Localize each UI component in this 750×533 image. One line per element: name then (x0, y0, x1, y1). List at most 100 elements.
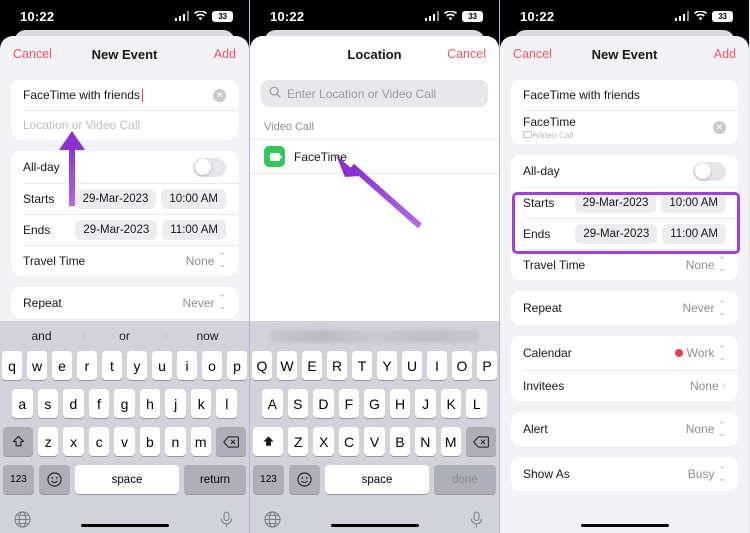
show-as-row[interactable]: Show As Busy ⌃ ⌄ (511, 457, 738, 491)
key-q[interactable]: q (2, 351, 22, 380)
clear-title-icon[interactable]: ✕ (213, 88, 226, 102)
alert-row[interactable]: Alert None ⌃ ⌄ (511, 412, 738, 446)
key-J[interactable]: J (415, 389, 436, 418)
all-day-toggle[interactable] (693, 161, 726, 181)
key-T[interactable]: T (352, 351, 372, 380)
numbers-key[interactable]: 123 (253, 465, 284, 494)
key-E[interactable]: E (302, 351, 322, 380)
ends-date-button[interactable]: 29-Mar-2023 (75, 219, 158, 240)
starts-row[interactable]: Starts 29-Mar-2023 10:00 AM (11, 183, 238, 214)
ends-time-button[interactable]: 11:00 AM (162, 219, 226, 240)
key-h[interactable]: h (139, 389, 161, 418)
key-s[interactable]: s (37, 389, 59, 418)
key-o[interactable]: o (202, 351, 222, 380)
key-g[interactable]: g (114, 389, 135, 418)
prediction-1[interactable]: or (83, 329, 166, 343)
key-x[interactable]: x (63, 427, 84, 456)
key-P[interactable]: P (477, 351, 497, 380)
microphone-icon[interactable] (468, 511, 485, 528)
cancel-button[interactable]: Cancel (513, 47, 552, 61)
search-input[interactable]: Enter Location or Video Call (261, 80, 488, 107)
prediction-2[interactable]: now (166, 329, 249, 343)
invitees-row[interactable]: Invitees None › (511, 370, 738, 401)
key-Y[interactable]: Y (377, 351, 397, 380)
key-u[interactable]: u (152, 351, 172, 380)
key-n[interactable]: n (165, 427, 186, 456)
backspace-icon[interactable] (465, 427, 496, 456)
starts-row[interactable]: Starts 29-Mar-2023 10:00 AM (511, 187, 738, 218)
event-title-field[interactable]: FaceTime with friends (511, 80, 738, 110)
key-l[interactable]: l (216, 389, 238, 418)
key-e[interactable]: e (52, 351, 72, 380)
key-a[interactable]: a (11, 389, 33, 418)
starts-date-button[interactable]: 29-Mar-2023 (574, 192, 657, 213)
all-day-toggle[interactable] (193, 157, 226, 177)
key-v[interactable]: v (114, 427, 135, 456)
key-O[interactable]: O (452, 351, 472, 380)
key-f[interactable]: f (88, 389, 110, 418)
key-Z[interactable]: Z (288, 427, 309, 456)
key-b[interactable]: b (139, 427, 161, 456)
key-k[interactable]: k (190, 389, 212, 418)
globe-icon[interactable] (14, 510, 31, 528)
key-c[interactable]: c (88, 427, 110, 456)
ends-time-button[interactable]: 11:00 AM (662, 223, 726, 244)
add-button[interactable]: Add (214, 47, 236, 61)
ends-row[interactable]: Ends 29-Mar-2023 11:00 AM (11, 214, 238, 245)
key-z[interactable]: z (38, 427, 59, 456)
microphone-icon[interactable] (218, 511, 235, 528)
event-location-field[interactable]: Location or Video Call (11, 110, 238, 140)
cancel-button[interactable]: Cancel (13, 47, 52, 61)
key-r[interactable]: r (77, 351, 97, 380)
all-day-row[interactable]: All-day (11, 151, 238, 183)
travel-time-row[interactable]: Travel Time None ⌃ ⌄ (511, 249, 738, 280)
key-B[interactable]: B (389, 427, 411, 456)
key-A[interactable]: A (261, 389, 283, 418)
key-w[interactable]: w (27, 351, 47, 380)
key-Q[interactable]: Q (252, 351, 272, 380)
backspace-icon[interactable] (215, 427, 246, 456)
travel-time-row[interactable]: Travel Time None ⌃ ⌄ (11, 245, 238, 276)
key-X[interactable]: X (313, 427, 334, 456)
emoji-icon[interactable] (289, 465, 320, 494)
key-D[interactable]: D (313, 389, 334, 418)
key-H[interactable]: H (389, 389, 411, 418)
event-title-field[interactable]: FaceTime with friends ✕ (11, 80, 238, 110)
key-I[interactable]: I (427, 351, 447, 380)
clear-location-icon[interactable]: ✕ (713, 120, 726, 134)
key-t[interactable]: t (102, 351, 122, 380)
numbers-key[interactable]: 123 (3, 465, 34, 494)
key-W[interactable]: W (277, 351, 297, 380)
shift-filled-icon[interactable] (253, 427, 284, 456)
ends-date-button[interactable]: 29-Mar-2023 (575, 223, 658, 244)
key-L[interactable]: L (466, 389, 488, 418)
key-m[interactable]: m (190, 427, 211, 456)
key-i[interactable]: i (177, 351, 197, 380)
key-V[interactable]: V (364, 427, 385, 456)
key-U[interactable]: U (402, 351, 422, 380)
return-key[interactable]: return (184, 465, 246, 494)
add-button[interactable]: Add (714, 47, 736, 61)
key-G[interactable]: G (364, 389, 385, 418)
space-key[interactable]: space (325, 465, 429, 494)
starts-time-button[interactable]: 10:00 AM (661, 192, 726, 213)
event-location-row[interactable]: FaceTime Video Call ✕ (511, 110, 738, 144)
space-key[interactable]: space (75, 465, 179, 494)
key-d[interactable]: d (63, 389, 84, 418)
key-K[interactable]: K (440, 389, 462, 418)
on-screen-keyboard[interactable]: Q W E R T Y U I O P A S D F G H J K L Z … (250, 321, 499, 533)
key-y[interactable]: y (127, 351, 147, 380)
starts-time-button[interactable]: 10:00 AM (161, 188, 226, 209)
calendar-row[interactable]: Calendar Work ⌃ ⌄ (511, 336, 738, 370)
key-C[interactable]: C (338, 427, 360, 456)
form-scroll-area[interactable]: FaceTime with friends FaceTime Video Cal… (500, 72, 749, 533)
all-day-row[interactable]: All-day (511, 155, 738, 187)
repeat-row[interactable]: Repeat Never ⌃ ⌄ (511, 291, 738, 325)
key-R[interactable]: R (327, 351, 347, 380)
key-j[interactable]: j (165, 389, 186, 418)
ends-row[interactable]: Ends 29-Mar-2023 11:00 AM (511, 218, 738, 249)
prediction-0[interactable]: and (0, 329, 83, 343)
key-F[interactable]: F (338, 389, 360, 418)
starts-date-button[interactable]: 29-Mar-2023 (74, 188, 157, 209)
shift-icon[interactable] (3, 427, 34, 456)
